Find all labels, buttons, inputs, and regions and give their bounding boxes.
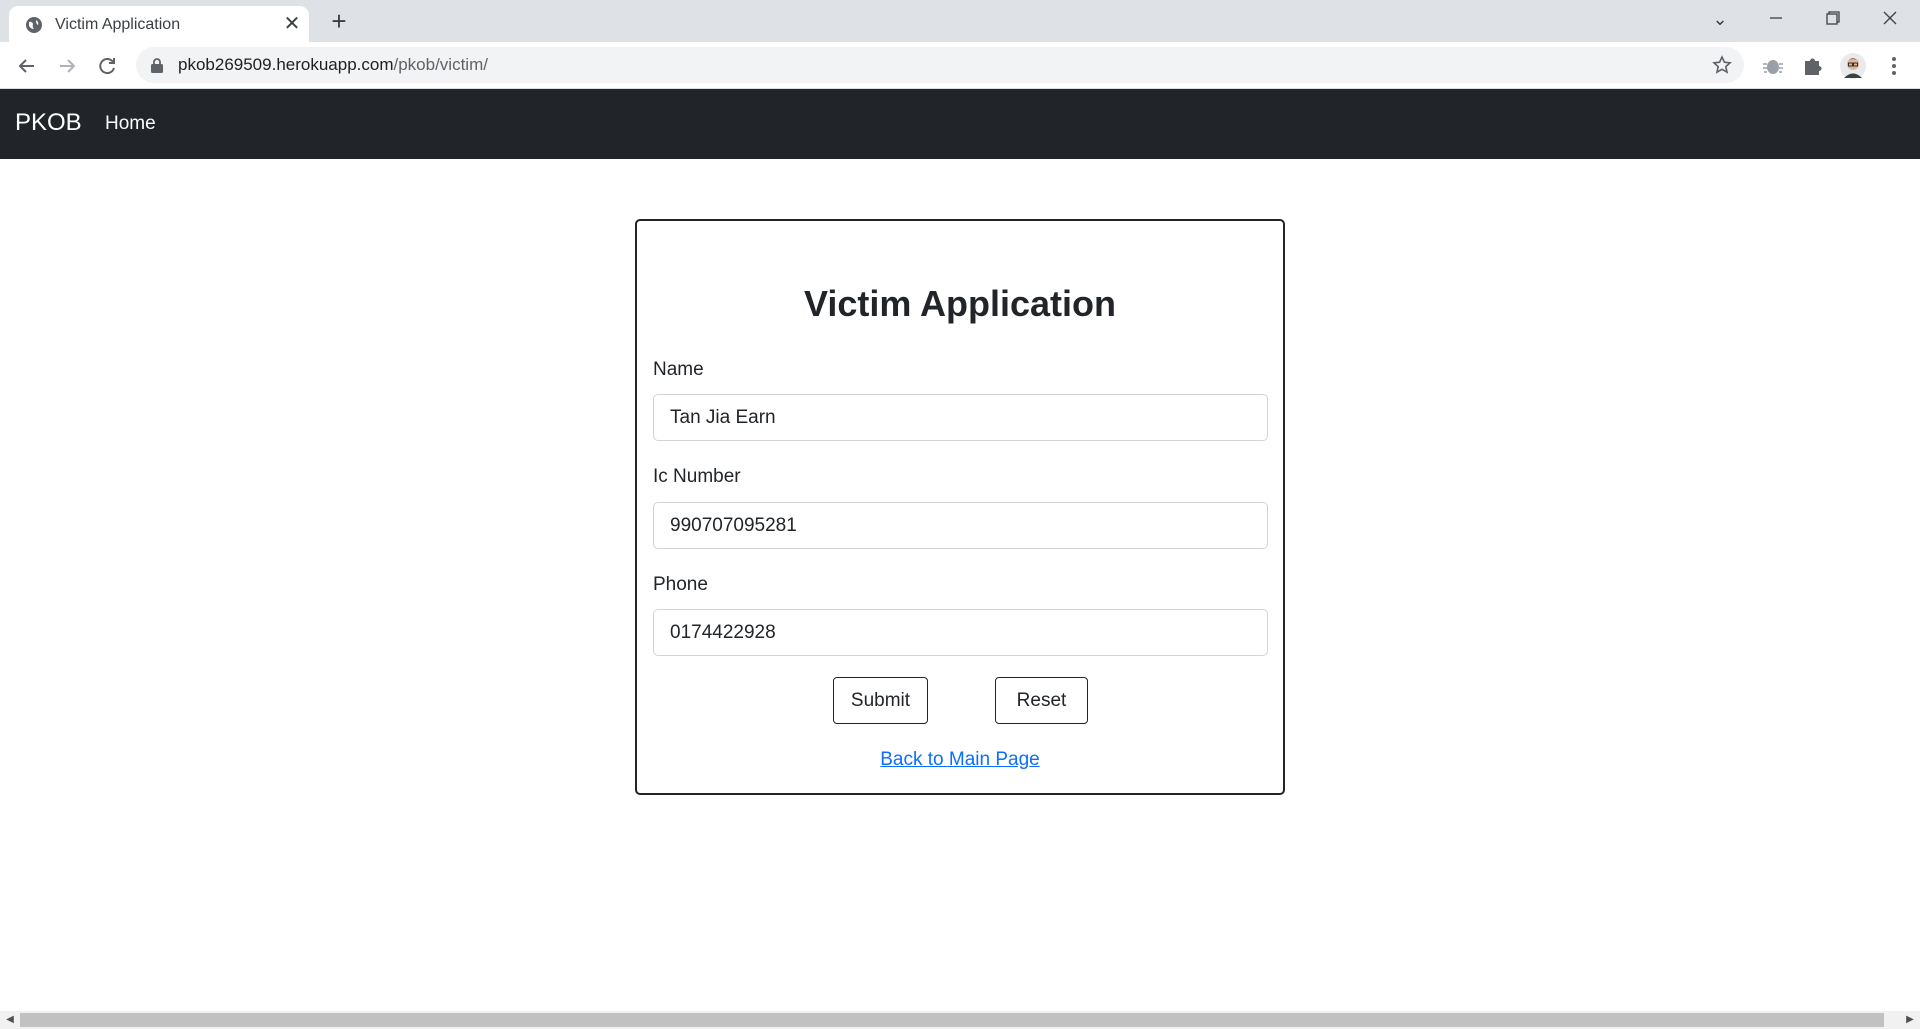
- back-to-main-link[interactable]: Back to Main Page: [637, 749, 1283, 771]
- nav-home-link[interactable]: Home: [105, 113, 156, 135]
- browser-tabstrip: Victim Application ✕ + ⌄: [0, 0, 1920, 42]
- tab-title: Victim Application: [55, 16, 181, 33]
- scroll-left-arrow-icon[interactable]: ◀: [4, 1014, 16, 1026]
- close-tab-icon[interactable]: ✕: [281, 13, 303, 35]
- name-label: Name: [653, 359, 704, 380]
- reload-icon[interactable]: [92, 51, 122, 81]
- phone-input[interactable]: [653, 609, 1268, 656]
- new-tab-icon[interactable]: +: [326, 8, 352, 35]
- globe-icon: [26, 17, 42, 33]
- reset-button[interactable]: Reset: [995, 677, 1088, 724]
- browser-tab[interactable]: Victim Application ✕: [9, 6, 309, 42]
- bug-extension-icon[interactable]: [1759, 52, 1787, 80]
- url-host: pkob269509.herokuapp.com: [178, 55, 394, 74]
- victim-application-form: Victim Application Name Ic Number Phone …: [635, 219, 1285, 795]
- minimize-icon[interactable]: [1756, 6, 1796, 32]
- kebab-menu-icon[interactable]: [1880, 52, 1908, 80]
- scrollbar-thumb[interactable]: [20, 1013, 1884, 1027]
- ic-number-input[interactable]: [653, 502, 1268, 549]
- avatar[interactable]: [1839, 52, 1867, 80]
- form-title: Victim Application: [803, 283, 1117, 324]
- lock-icon[interactable]: [150, 57, 164, 73]
- extensions-puzzle-icon[interactable]: [1799, 52, 1827, 80]
- horizontal-scrollbar[interactable]: ◀ ▶: [0, 1011, 1920, 1029]
- scroll-right-arrow-icon[interactable]: ▶: [1904, 1014, 1916, 1026]
- address-bar[interactable]: pkob269509.herokuapp.com/pkob/victim/: [136, 47, 1744, 83]
- phone-label: Phone: [653, 574, 708, 595]
- submit-button[interactable]: Submit: [833, 677, 928, 724]
- restore-icon[interactable]: [1813, 6, 1853, 32]
- brand-link[interactable]: PKOB: [15, 109, 82, 137]
- forward-arrow-icon[interactable]: [52, 51, 82, 81]
- ic-number-label: Ic Number: [653, 466, 741, 487]
- tab-search-icon[interactable]: ⌄: [1700, 6, 1740, 32]
- url-path: /pkob/victim/: [393, 55, 488, 74]
- url-text[interactable]: pkob269509.herokuapp.com/pkob/victim/: [178, 55, 488, 75]
- back-arrow-icon[interactable]: [12, 51, 42, 81]
- close-window-icon[interactable]: [1870, 6, 1910, 32]
- name-input[interactable]: [653, 394, 1268, 441]
- bookmark-star-icon[interactable]: [1712, 55, 1732, 75]
- site-navbar: PKOB Home: [0, 89, 1920, 159]
- browser-toolbar: pkob269509.herokuapp.com/pkob/victim/: [0, 42, 1920, 89]
